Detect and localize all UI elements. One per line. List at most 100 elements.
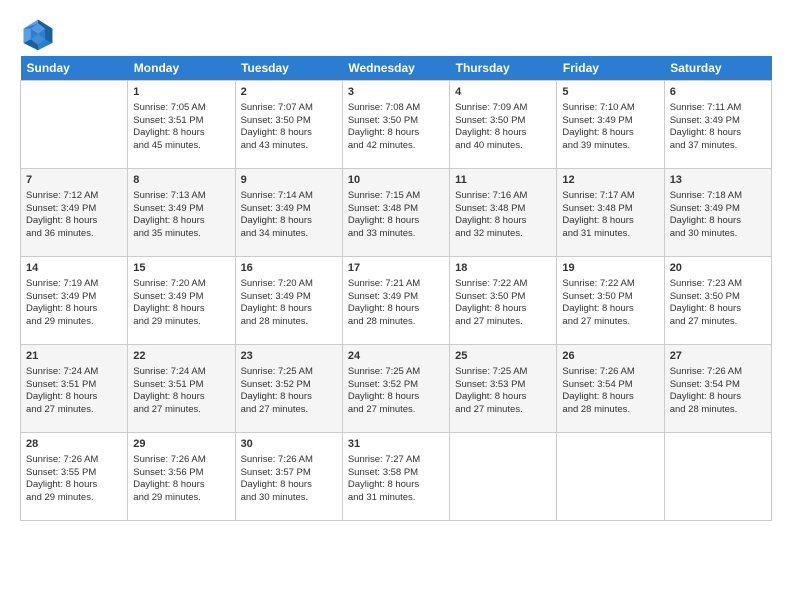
cell-info: Sunset: 3:49 PM [348,291,444,304]
cell-info: and 32 minutes. [455,228,551,241]
cell-info: and 40 minutes. [455,140,551,153]
cell-info: Sunset: 3:55 PM [26,467,122,480]
cell-info: Sunrise: 7:24 AM [26,366,122,379]
cell-info: Daylight: 8 hours [26,303,122,316]
cell-info: Sunset: 3:57 PM [241,467,337,480]
cell-info: and 30 minutes. [670,228,766,241]
calendar-cell: 15Sunrise: 7:20 AMSunset: 3:49 PMDayligh… [128,257,235,345]
calendar-cell: 25Sunrise: 7:25 AMSunset: 3:53 PMDayligh… [450,345,557,433]
cell-info: and 29 minutes. [133,316,229,329]
cell-info: Sunset: 3:54 PM [670,379,766,392]
calendar-cell: 2Sunrise: 7:07 AMSunset: 3:50 PMDaylight… [235,81,342,169]
calendar-week-2: 7Sunrise: 7:12 AMSunset: 3:49 PMDaylight… [21,169,772,257]
cell-info: and 45 minutes. [133,140,229,153]
header-wednesday: Wednesday [342,56,449,81]
cell-info: Daylight: 8 hours [455,127,551,140]
cell-info: Daylight: 8 hours [26,391,122,404]
calendar-cell: 9Sunrise: 7:14 AMSunset: 3:49 PMDaylight… [235,169,342,257]
day-number: 29 [133,437,229,452]
day-number: 15 [133,261,229,276]
cell-info: Sunrise: 7:12 AM [26,190,122,203]
day-number: 18 [455,261,551,276]
calendar-cell: 7Sunrise: 7:12 AMSunset: 3:49 PMDaylight… [21,169,128,257]
cell-info: Daylight: 8 hours [455,391,551,404]
cell-info: Sunset: 3:49 PM [562,115,658,128]
cell-info: and 27 minutes. [348,404,444,417]
cell-info: and 34 minutes. [241,228,337,241]
cell-info: and 35 minutes. [133,228,229,241]
cell-info: Daylight: 8 hours [348,391,444,404]
cell-info: Daylight: 8 hours [241,215,337,228]
cell-info: Daylight: 8 hours [455,303,551,316]
calendar-cell: 14Sunrise: 7:19 AMSunset: 3:49 PMDayligh… [21,257,128,345]
logo-icon [20,16,56,52]
cell-info: Sunset: 3:51 PM [133,379,229,392]
cell-info: Daylight: 8 hours [562,303,658,316]
day-number: 23 [241,349,337,364]
day-number: 21 [26,349,122,364]
cell-info: Daylight: 8 hours [670,127,766,140]
calendar-cell: 11Sunrise: 7:16 AMSunset: 3:48 PMDayligh… [450,169,557,257]
cell-info: Daylight: 8 hours [241,127,337,140]
day-number: 19 [562,261,658,276]
cell-info: and 33 minutes. [348,228,444,241]
cell-info: Sunrise: 7:09 AM [455,102,551,115]
cell-info: Sunset: 3:50 PM [348,115,444,128]
calendar-week-5: 28Sunrise: 7:26 AMSunset: 3:55 PMDayligh… [21,433,772,521]
cell-info: Sunset: 3:58 PM [348,467,444,480]
day-number: 12 [562,173,658,188]
calendar-cell: 16Sunrise: 7:20 AMSunset: 3:49 PMDayligh… [235,257,342,345]
cell-info: Sunset: 3:49 PM [241,203,337,216]
calendar-week-1: 1Sunrise: 7:05 AMSunset: 3:51 PMDaylight… [21,81,772,169]
day-number: 10 [348,173,444,188]
calendar-cell: 27Sunrise: 7:26 AMSunset: 3:54 PMDayligh… [664,345,771,433]
day-number: 1 [133,85,229,100]
cell-info: Sunset: 3:49 PM [26,203,122,216]
cell-info: Sunset: 3:49 PM [241,291,337,304]
day-number: 31 [348,437,444,452]
calendar-cell: 8Sunrise: 7:13 AMSunset: 3:49 PMDaylight… [128,169,235,257]
cell-info: Daylight: 8 hours [26,479,122,492]
cell-info: and 27 minutes. [26,404,122,417]
cell-info: Daylight: 8 hours [133,479,229,492]
calendar-cell: 28Sunrise: 7:26 AMSunset: 3:55 PMDayligh… [21,433,128,521]
cell-info: Sunset: 3:50 PM [562,291,658,304]
cell-info: Daylight: 8 hours [455,215,551,228]
calendar-cell: 31Sunrise: 7:27 AMSunset: 3:58 PMDayligh… [342,433,449,521]
cell-info: Daylight: 8 hours [133,127,229,140]
day-number: 3 [348,85,444,100]
calendar-cell: 30Sunrise: 7:26 AMSunset: 3:57 PMDayligh… [235,433,342,521]
calendar-cell: 23Sunrise: 7:25 AMSunset: 3:52 PMDayligh… [235,345,342,433]
cell-info: Sunrise: 7:05 AM [133,102,229,115]
cell-info: and 42 minutes. [348,140,444,153]
cell-info: Sunrise: 7:21 AM [348,278,444,291]
day-number: 25 [455,349,551,364]
calendar-cell [21,81,128,169]
day-number: 4 [455,85,551,100]
cell-info: Daylight: 8 hours [670,391,766,404]
cell-info: Sunset: 3:48 PM [348,203,444,216]
cell-info: and 28 minutes. [562,404,658,417]
cell-info: and 43 minutes. [241,140,337,153]
cell-info: Sunrise: 7:22 AM [455,278,551,291]
cell-info: Sunset: 3:51 PM [26,379,122,392]
day-number: 5 [562,85,658,100]
cell-info: Sunrise: 7:20 AM [133,278,229,291]
cell-info: Daylight: 8 hours [348,479,444,492]
cell-info: and 29 minutes. [26,316,122,329]
day-number: 26 [562,349,658,364]
cell-info: Sunrise: 7:08 AM [348,102,444,115]
cell-info: Sunrise: 7:15 AM [348,190,444,203]
cell-info: and 39 minutes. [562,140,658,153]
calendar-week-4: 21Sunrise: 7:24 AMSunset: 3:51 PMDayligh… [21,345,772,433]
cell-info: and 29 minutes. [133,492,229,505]
calendar-cell: 29Sunrise: 7:26 AMSunset: 3:56 PMDayligh… [128,433,235,521]
cell-info: Sunrise: 7:14 AM [241,190,337,203]
cell-info: Sunrise: 7:26 AM [26,454,122,467]
cell-info: Daylight: 8 hours [348,303,444,316]
header-thursday: Thursday [450,56,557,81]
cell-info: Daylight: 8 hours [670,215,766,228]
calendar-cell: 21 Sunrise: 7:24 AMSunset: 3:51 PMDayligh… [21,345,128,433]
header [20,16,772,52]
cell-info: Daylight: 8 hours [241,303,337,316]
